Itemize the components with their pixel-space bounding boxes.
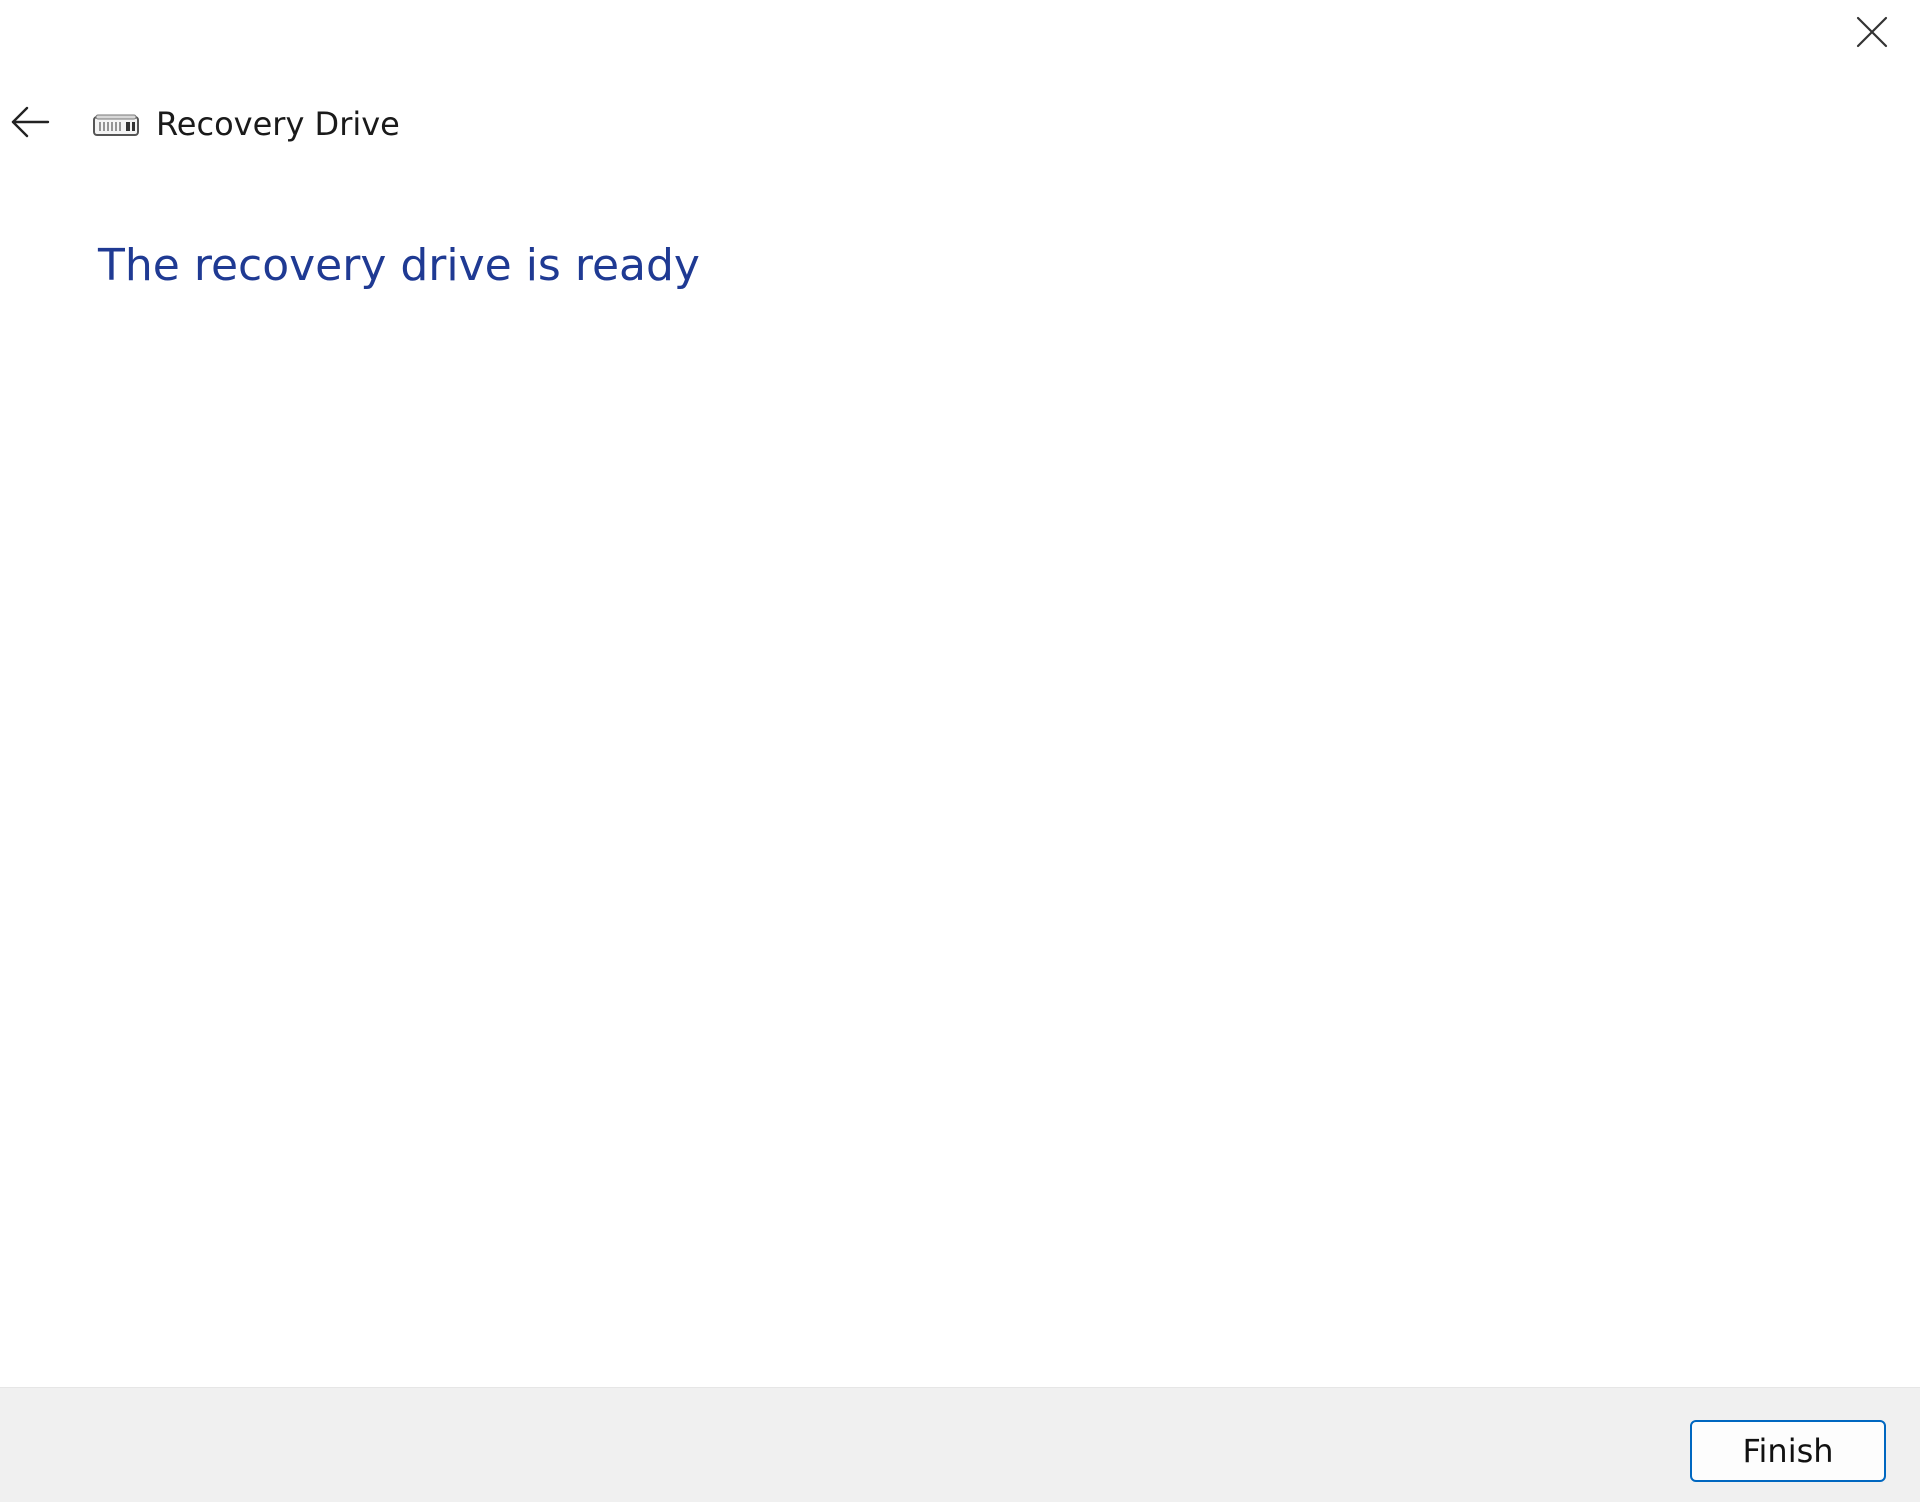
title-bar: Recovery Drive <box>92 100 400 148</box>
arrow-left-icon <box>11 106 50 138</box>
page-heading: The recovery drive is ready <box>98 240 700 291</box>
back-button[interactable] <box>4 98 56 146</box>
recovery-drive-window: Recovery Drive The recovery drive is rea… <box>0 0 1920 1502</box>
finish-button[interactable]: Finish <box>1690 1420 1886 1482</box>
usb-drive-icon <box>92 109 140 139</box>
close-icon <box>1856 16 1888 48</box>
close-button[interactable] <box>1844 8 1900 56</box>
window-title: Recovery Drive <box>156 105 400 143</box>
footer-bar: Finish <box>0 1387 1920 1502</box>
